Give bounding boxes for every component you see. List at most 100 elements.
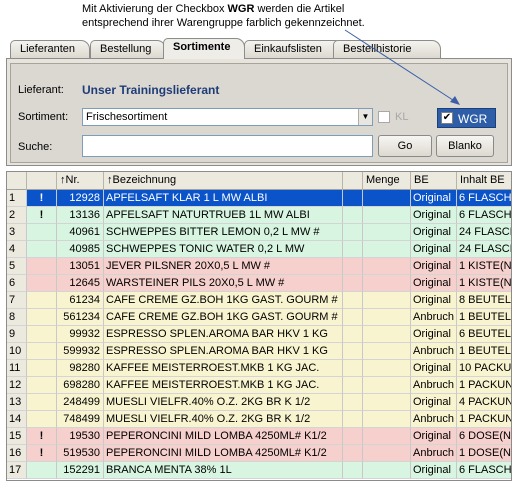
row-index[interactable]: 9 [7,326,27,343]
cell-inhalt[interactable]: 1 PACKUN [457,377,511,394]
cell-menge[interactable] [363,462,411,479]
cell-blank[interactable] [343,275,363,292]
table-row[interactable]: 1! 12928 APFELSAFT KLAR 1 L MW ALBI Origina… [7,190,511,207]
cell-inhalt[interactable]: 1 BEUTEL [457,309,511,326]
table-row[interactable]: 9 99932 ESPRESSO SPLEN.AROMA BAR HKV 1 KG O… [7,326,511,343]
row-index[interactable]: 15 [7,428,27,445]
cell-inhalt[interactable]: 8 BEUTEL [457,292,511,309]
row-marker[interactable] [27,275,57,292]
tab-bestellung[interactable]: Bestellung [90,40,166,58]
cell-inhalt[interactable]: 1 DOSE(N) [457,445,511,462]
cell-bezeichnung[interactable]: APFELSAFT KLAR 1 L MW ALBI [104,190,343,207]
cell-menge[interactable] [363,445,411,462]
cell-blank[interactable] [343,207,363,224]
search-input[interactable] [82,135,373,157]
tab-lieferanten[interactable]: Lieferanten [10,40,90,58]
cell-nr[interactable]: 40961 [57,224,104,241]
cell-bezeichnung[interactable]: SCHWEPPES BITTER LEMON 0,2 L MW # [104,224,343,241]
chevron-down-icon[interactable]: ▼ [358,109,372,125]
cell-inhalt[interactable]: 6 FLASCHE [457,207,511,224]
cell-be[interactable]: Original [411,190,457,207]
row-marker[interactable] [27,360,57,377]
row-index[interactable]: 13 [7,394,27,411]
kl-checkbox[interactable] [378,111,390,123]
column-header-be[interactable]: BE [411,172,457,190]
row-marker[interactable] [27,462,57,479]
cell-nr[interactable]: 748499 [57,411,104,428]
cell-menge[interactable] [363,258,411,275]
cell-inhalt[interactable]: 24 FLASCHE [457,241,511,258]
cell-inhalt[interactable]: 6 BEUTEL [457,326,511,343]
cell-be[interactable]: Original [411,258,457,275]
cell-nr[interactable]: 61234 [57,292,104,309]
cell-bezeichnung[interactable]: CAFE CREME GZ.BOH 1KG GAST. GOURM # [104,292,343,309]
cell-menge[interactable] [363,377,411,394]
table-row[interactable]: 6 12645 WARSTEINER PILS 20X0,5 L MW # Origi… [7,275,511,292]
cell-nr[interactable]: 12645 [57,275,104,292]
cell-blank[interactable] [343,377,363,394]
cell-inhalt[interactable]: 1 KISTE(N) [457,275,511,292]
cell-be[interactable]: Original [411,360,457,377]
cell-inhalt[interactable]: 1 BEUTEL [457,343,511,360]
cell-blank[interactable] [343,292,363,309]
cell-menge[interactable] [363,224,411,241]
row-marker[interactable] [27,377,57,394]
blanko-button[interactable]: Blanko [436,135,494,157]
cell-bezeichnung[interactable]: PEPERONCINI MILD LOMBA 4250ML# K1/2 [104,445,343,462]
cell-nr[interactable]: 12928 [57,190,104,207]
cell-blank[interactable] [343,445,363,462]
cell-bezeichnung[interactable]: SCHWEPPES TONIC WATER 0,2 L MW [104,241,343,258]
table-row[interactable]: 2! 13136 APFELSAFT NATURTRUEB 1L MW ALBI Or… [7,207,511,224]
cell-nr[interactable]: 40985 [57,241,104,258]
cell-be[interactable]: Original [411,462,457,479]
row-index[interactable]: 8 [7,309,27,326]
row-marker[interactable]: ! [27,428,57,445]
cell-bezeichnung[interactable]: APFELSAFT NATURTRUEB 1L MW ALBI [104,207,343,224]
row-index[interactable]: 2 [7,207,27,224]
cell-be[interactable]: Original [411,207,457,224]
cell-menge[interactable] [363,428,411,445]
row-index[interactable]: 11 [7,360,27,377]
cell-bezeichnung[interactable]: JEVER PILSNER 20X0,5 L MW # [104,258,343,275]
cell-inhalt[interactable]: 6 FLASCHE [457,462,511,479]
column-header-bezeichnung[interactable]: ↑Bezeichnung [104,172,343,190]
cell-blank[interactable] [343,241,363,258]
cell-nr[interactable]: 19530 [57,428,104,445]
table-row[interactable]: 14 748499 MUESLI VIELFR.40% O.Z. 2KG BR K … [7,411,511,428]
row-index[interactable]: 7 [7,292,27,309]
cell-menge[interactable] [363,343,411,360]
cell-bezeichnung[interactable]: BRANCA MENTA 38% 1L [104,462,343,479]
row-index[interactable]: 14 [7,411,27,428]
cell-be[interactable]: Original [411,241,457,258]
table-row[interactable]: 15! 19530 PEPERONCINI MILD LOMBA 4250ML# K… [7,428,511,445]
cell-inhalt[interactable]: 1 PACKUN [457,411,511,428]
table-row[interactable]: 3 40961 SCHWEPPES BITTER LEMON 0,2 L MW # O… [7,224,511,241]
row-marker[interactable] [27,326,57,343]
cell-menge[interactable] [363,394,411,411]
cell-menge[interactable] [363,326,411,343]
cell-blank[interactable] [343,411,363,428]
cell-be[interactable]: Original [411,394,457,411]
row-index[interactable]: 1 [7,190,27,207]
cell-inhalt[interactable]: 6 FLASCHE [457,190,511,207]
column-header-inhalt[interactable]: Inhalt BE [457,172,511,190]
cell-be[interactable]: Original [411,326,457,343]
table-row[interactable]: 5 13051 JEVER PILSNER 20X0,5 L MW # Origina… [7,258,511,275]
cell-menge[interactable] [363,411,411,428]
cell-bezeichnung[interactable]: CAFE CREME GZ.BOH 1KG GAST. GOURM # [104,309,343,326]
table-row[interactable]: 17 152291 BRANCA MENTA 38% 1L Original 6 FLA… [7,462,511,479]
table-row[interactable]: 13 248499 MUESLI VIELFR.40% O.Z. 2KG BR K … [7,394,511,411]
cell-be[interactable]: Anbruch [411,411,457,428]
cell-bezeichnung[interactable]: KAFFEE MEISTERROEST.MKB 1 KG JAC. [104,377,343,394]
cell-inhalt[interactable]: 10 PACKUN [457,360,511,377]
row-marker[interactable] [27,224,57,241]
cell-be[interactable]: Original [411,275,457,292]
cell-nr[interactable]: 13136 [57,207,104,224]
cell-blank[interactable] [343,309,363,326]
cell-blank[interactable] [343,343,363,360]
cell-nr[interactable]: 561234 [57,309,104,326]
cell-bezeichnung[interactable]: KAFFEE MEISTERROEST.MKB 1 KG JAC. [104,360,343,377]
row-index[interactable]: 12 [7,377,27,394]
cell-be[interactable]: Original [411,224,457,241]
article-grid[interactable]: ↑Nr. ↑Bezeichnung Menge BE Inhalt BE 1! 1… [6,171,512,481]
